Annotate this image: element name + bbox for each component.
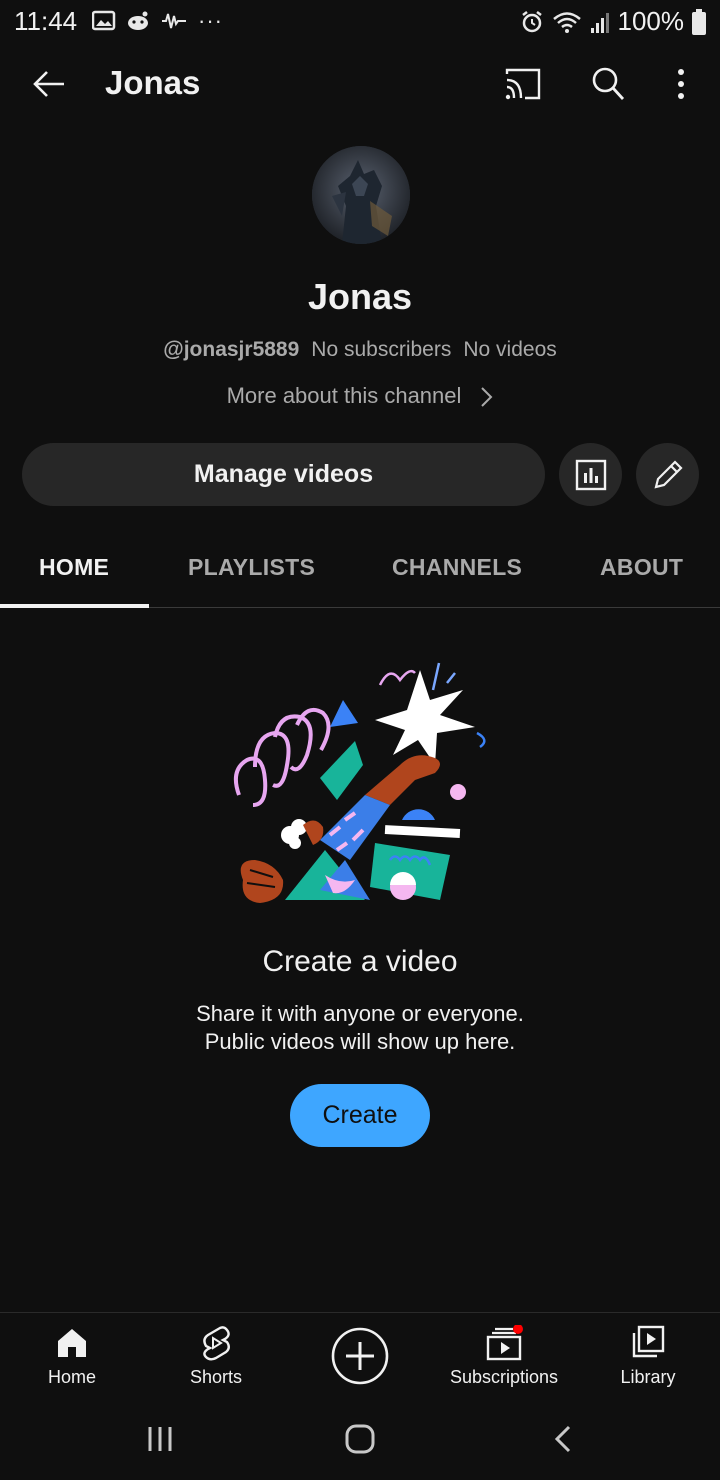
tab-about[interactable]: ABOUT xyxy=(600,554,683,581)
back-arrow-icon[interactable] xyxy=(30,64,70,104)
empty-state-title: Create a video xyxy=(262,945,458,978)
tab-home[interactable]: HOME xyxy=(39,554,109,581)
home-button-icon[interactable] xyxy=(344,1423,376,1455)
nav-create[interactable] xyxy=(290,1313,430,1403)
library-icon xyxy=(632,1325,665,1358)
cast-icon[interactable] xyxy=(503,64,543,104)
analytics-icon xyxy=(575,459,606,490)
nav-library[interactable]: Library xyxy=(578,1313,718,1403)
analytics-button[interactable] xyxy=(559,443,622,506)
voice-icon xyxy=(162,13,186,29)
alarm-icon xyxy=(521,10,542,32)
search-icon[interactable] xyxy=(588,64,628,104)
bottom-navigation: Home Shorts Subscriptions Library xyxy=(0,1312,720,1402)
top-app-bar: Jonas xyxy=(0,50,720,120)
reddit-icon xyxy=(128,11,148,30)
status-bar: 11:44 ··· 100% xyxy=(0,0,720,44)
subscriber-count: No subscribers xyxy=(311,338,452,361)
nav-home[interactable]: Home xyxy=(2,1313,142,1403)
channel-tabs: HOME PLAYLISTS CHANNELS ABOUT xyxy=(0,530,720,608)
chevron-right-icon xyxy=(481,387,493,407)
add-icon xyxy=(331,1327,389,1385)
channel-meta: @jonasjr5889 No subscribers No videos xyxy=(0,338,720,362)
create-video-illustration xyxy=(233,662,486,903)
gallery-icon xyxy=(92,10,116,31)
create-button[interactable]: Create xyxy=(290,1084,430,1147)
tab-channels[interactable]: CHANNELS xyxy=(392,554,522,581)
more-about-label: More about this channel xyxy=(226,383,462,408)
nav-subscriptions[interactable]: Subscriptions xyxy=(434,1313,574,1403)
more-options-icon[interactable] xyxy=(661,64,701,104)
page-title: Jonas xyxy=(105,64,201,101)
nav-library-label: Library xyxy=(620,1367,676,1387)
channel-name: Jonas xyxy=(307,276,413,317)
home-icon xyxy=(58,1329,86,1357)
status-time: 11:44 xyxy=(14,6,78,36)
battery-icon xyxy=(692,8,706,35)
shorts-icon xyxy=(203,1326,230,1361)
wifi-icon xyxy=(552,11,581,33)
system-back-icon[interactable] xyxy=(549,1424,577,1454)
manage-videos-button[interactable]: Manage videos xyxy=(22,443,545,506)
empty-state-line-2: Public videos will show up here. xyxy=(204,1029,516,1054)
tab-playlists[interactable]: PLAYLISTS xyxy=(188,554,315,581)
nav-subscriptions-label: Subscriptions xyxy=(449,1367,559,1387)
channel-handle: @jonasjr5889 xyxy=(163,338,300,361)
channel-avatar[interactable] xyxy=(312,146,410,244)
video-count: No videos xyxy=(463,338,557,361)
battery-level: 100% xyxy=(617,6,685,36)
empty-state-line-1: Share it with anyone or everyone. xyxy=(196,1001,524,1026)
more-notifications-icon: ··· xyxy=(198,8,223,33)
nav-shorts[interactable]: Shorts xyxy=(146,1313,286,1403)
empty-state-description: Share it with anyone or everyone. Public… xyxy=(0,1000,720,1056)
subscriptions-icon xyxy=(486,1325,523,1361)
system-navigation-bar xyxy=(0,1402,720,1480)
active-tab-indicator xyxy=(0,604,149,608)
edit-channel-button[interactable] xyxy=(636,443,699,506)
system-status: 100% xyxy=(520,6,706,37)
nav-home-label: Home xyxy=(47,1367,96,1387)
signal-icon xyxy=(590,12,609,33)
nav-shorts-label: Shorts xyxy=(189,1367,243,1387)
recent-apps-icon[interactable] xyxy=(145,1424,175,1454)
pencil-icon xyxy=(653,459,683,489)
notification-icons: ··· xyxy=(92,8,223,34)
more-about-channel-link[interactable]: More about this channel xyxy=(0,383,720,409)
